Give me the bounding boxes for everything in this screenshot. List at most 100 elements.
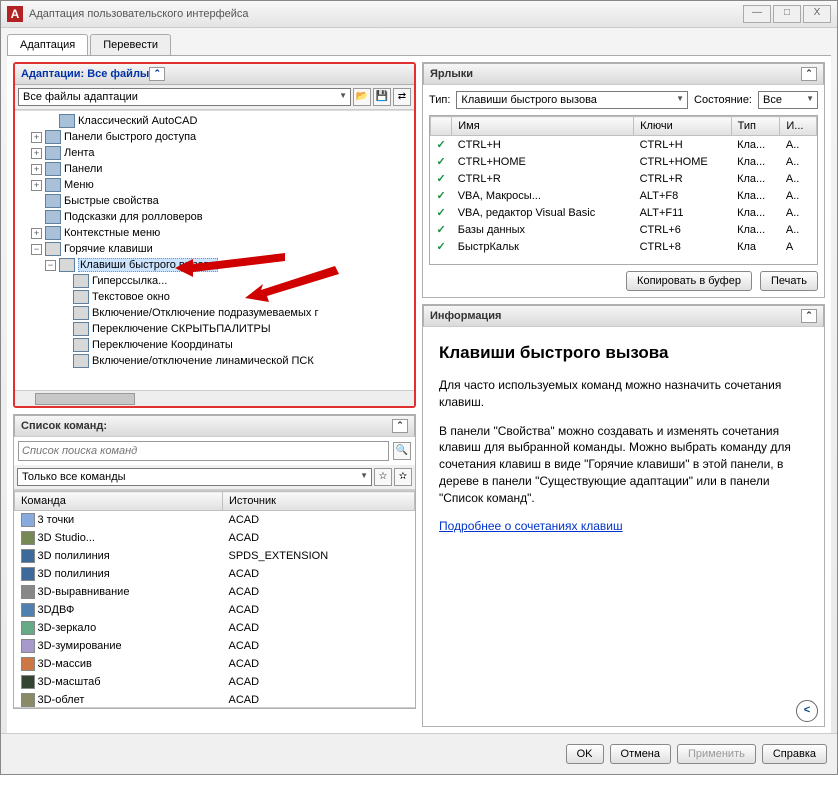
tree-item[interactable]: Включение/Отключение подразумеваемых г bbox=[17, 305, 412, 321]
collapse-icon[interactable]: ⌃ bbox=[801, 309, 817, 323]
collapse-icon[interactable]: ⌃ bbox=[392, 419, 408, 433]
shortcuts-title: Ярлыки bbox=[430, 68, 473, 80]
table-row[interactable]: 3D Studio...ACAD bbox=[15, 529, 415, 547]
command-icon bbox=[21, 693, 35, 707]
table-row[interactable]: 3D-выравниваниеACAD bbox=[15, 583, 415, 601]
shortcut-keys: CTRL+R bbox=[634, 170, 732, 187]
expander-icon[interactable] bbox=[59, 324, 70, 335]
tree-item[interactable]: +Контекстные меню bbox=[17, 225, 412, 241]
type-combo[interactable]: Клавиши быстрого вызова bbox=[456, 91, 688, 109]
table-row[interactable]: 3D-массивACAD bbox=[15, 655, 415, 673]
apply-button[interactable]: Применить bbox=[677, 744, 756, 764]
print-button[interactable]: Печать bbox=[760, 271, 818, 291]
expand-right-button[interactable]: < bbox=[796, 700, 818, 722]
maximize-button[interactable]: □ bbox=[773, 5, 801, 23]
expander-icon[interactable]: + bbox=[31, 180, 42, 191]
command-source: SPDS_EXTENSION bbox=[223, 547, 415, 565]
minimize-button[interactable]: — bbox=[743, 5, 771, 23]
table-row[interactable]: 3 точкиACAD bbox=[15, 511, 415, 530]
col-name[interactable]: Имя bbox=[452, 117, 634, 136]
col-command[interactable]: Команда bbox=[15, 492, 223, 511]
tree-item[interactable]: −Горячие клавиши bbox=[17, 241, 412, 257]
expander-icon[interactable] bbox=[31, 212, 42, 223]
expander-icon[interactable] bbox=[59, 340, 70, 351]
command-icon bbox=[21, 513, 35, 527]
close-button[interactable]: X bbox=[803, 5, 831, 23]
command-filter-combo[interactable]: Только все команды bbox=[17, 468, 372, 486]
table-row[interactable]: ✓CTRL+HOMECTRL+HOMEКла...A.. bbox=[431, 153, 817, 170]
ok-button[interactable]: OK bbox=[566, 744, 604, 764]
table-row[interactable]: 3D-облетACAD bbox=[15, 691, 415, 708]
table-row[interactable]: 3D-масштабACAD bbox=[15, 673, 415, 691]
tree-item[interactable]: +Панели быстрого доступа bbox=[17, 129, 412, 145]
expander-icon[interactable]: + bbox=[31, 132, 42, 143]
table-row[interactable]: ✓VBA, редактор Visual BasicALT+F11Кла...… bbox=[431, 204, 817, 221]
tree-item[interactable]: Текстовое окно bbox=[17, 289, 412, 305]
expander-icon[interactable] bbox=[45, 116, 56, 127]
tab-adaptation[interactable]: Адаптация bbox=[7, 34, 88, 55]
table-row[interactable]: ✓БыстрКалькCTRL+8КлаA bbox=[431, 238, 817, 255]
table-row[interactable]: 3D-зумированиеACAD bbox=[15, 637, 415, 655]
open-icon[interactable]: 📂 bbox=[353, 88, 371, 106]
shortcuts-table[interactable]: Имя Ключи Тип И... ✓CTRL+HCTRL+HКла...A.… bbox=[429, 115, 818, 265]
expander-icon[interactable] bbox=[31, 196, 42, 207]
table-row[interactable]: ✓VBA, Макросы...ALT+F8Кла...A.. bbox=[431, 187, 817, 204]
command-source: ACAD bbox=[223, 619, 415, 637]
col-keys[interactable]: Ключи bbox=[634, 117, 732, 136]
command-icon bbox=[21, 639, 35, 653]
cancel-button[interactable]: Отмена bbox=[610, 744, 671, 764]
table-row[interactable]: 3D полилинияSPDS_EXTENSION bbox=[15, 547, 415, 565]
expander-icon[interactable] bbox=[59, 308, 70, 319]
table-row[interactable]: ✓CTRL+RCTRL+RКла...A.. bbox=[431, 170, 817, 187]
adaptation-tree[interactable]: Классический AutoCAD+Панели быстрого дос… bbox=[15, 110, 414, 390]
sync-icon[interactable]: ⇄ bbox=[393, 88, 411, 106]
table-row[interactable]: ✓CTRL+HCTRL+HКла...A.. bbox=[431, 136, 817, 154]
expander-icon[interactable]: − bbox=[45, 260, 56, 271]
copy-to-clipboard-button[interactable]: Копировать в буфер bbox=[626, 271, 752, 291]
tree-item[interactable]: Подсказки для ролловеров bbox=[17, 209, 412, 225]
info-link[interactable]: Подробнее о сочетаниях клавиш bbox=[439, 519, 623, 533]
shortcuts-header: Ярлыки ⌃ bbox=[423, 63, 824, 85]
state-combo[interactable]: Все bbox=[758, 91, 818, 109]
shortcut-keys: CTRL+6 bbox=[634, 221, 732, 238]
tree-item[interactable]: Быстрые свойства bbox=[17, 193, 412, 209]
expander-icon[interactable]: + bbox=[31, 148, 42, 159]
save-icon[interactable]: 💾 bbox=[373, 88, 391, 106]
expander-icon[interactable] bbox=[59, 356, 70, 367]
tree-item[interactable]: Включение/отключение линамической ПСК bbox=[17, 353, 412, 369]
tree-item[interactable]: +Меню bbox=[17, 177, 412, 193]
table-row[interactable]: ✓Базы данныхCTRL+6Кла...A.. bbox=[431, 221, 817, 238]
tree-item[interactable]: +Лента bbox=[17, 145, 412, 161]
star-filter-icon[interactable]: ☆ bbox=[374, 468, 392, 486]
checkmark-icon: ✓ bbox=[431, 204, 452, 221]
help-button[interactable]: Справка bbox=[762, 744, 827, 764]
tree-item[interactable]: Переключение Координаты bbox=[17, 337, 412, 353]
expander-icon[interactable] bbox=[59, 292, 70, 303]
collapse-icon[interactable]: ⌃ bbox=[149, 67, 165, 81]
shortcut-type: Кла... bbox=[731, 170, 780, 187]
col-source[interactable]: Источник bbox=[223, 492, 415, 511]
col-src[interactable]: И... bbox=[780, 117, 817, 136]
table-row[interactable]: 3D полилинияACAD bbox=[15, 565, 415, 583]
search-icon[interactable]: 🔍 bbox=[393, 442, 411, 460]
table-row[interactable]: 3DДВФACAD bbox=[15, 601, 415, 619]
expander-icon[interactable] bbox=[59, 276, 70, 287]
star-add-icon[interactable]: ✫ bbox=[394, 468, 412, 486]
shortcut-type: Кла... bbox=[731, 136, 780, 154]
expander-icon[interactable]: − bbox=[31, 244, 42, 255]
tree-item[interactable]: Классический AutoCAD bbox=[17, 113, 412, 129]
tree-item[interactable]: Переключение СКРЫТЬПАЛИТРЫ bbox=[17, 321, 412, 337]
adaptation-files-combo[interactable]: Все файлы адаптации bbox=[18, 88, 351, 106]
command-search-input[interactable] bbox=[18, 441, 389, 461]
command-table[interactable]: Команда Источник 3 точкиACAD3D Studio...… bbox=[14, 490, 415, 708]
tab-translate[interactable]: Перевести bbox=[90, 34, 171, 55]
tree-scrollbar[interactable] bbox=[15, 390, 414, 406]
col-type[interactable]: Тип bbox=[731, 117, 780, 136]
table-row[interactable]: 3D-зеркалоACAD bbox=[15, 619, 415, 637]
tree-item[interactable]: +Панели bbox=[17, 161, 412, 177]
expander-icon[interactable]: + bbox=[31, 228, 42, 239]
expander-icon[interactable]: + bbox=[31, 164, 42, 175]
tree-item[interactable]: −Клавиши быстрого вызова bbox=[17, 257, 412, 273]
collapse-icon[interactable]: ⌃ bbox=[801, 67, 817, 81]
tree-item[interactable]: Гиперссылка... bbox=[17, 273, 412, 289]
